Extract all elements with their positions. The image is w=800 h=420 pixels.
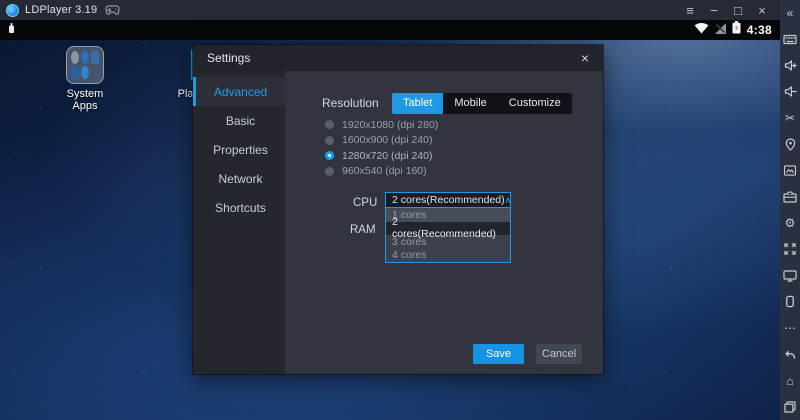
- resolution-label: Resolution: [322, 96, 379, 110]
- android-screen: 4:38 System Apps Pl: [0, 20, 780, 420]
- system-apps-folder-icon: [66, 46, 104, 84]
- virtual-location-icon[interactable]: [780, 135, 800, 153]
- ldplayer-logo-icon: [6, 4, 19, 17]
- mini-gear-icon: [71, 51, 79, 64]
- statusbar-indicators: 4:38: [694, 21, 772, 39]
- system-apps-label: System Apps: [54, 88, 116, 112]
- android-statusbar: 4:38: [0, 20, 780, 40]
- wifi-icon: [694, 21, 709, 39]
- resolution-tabs: Tablet Mobile Customize: [392, 93, 572, 114]
- volume-down-icon[interactable]: [780, 83, 800, 101]
- nav-item-network[interactable]: Network: [193, 164, 285, 193]
- status-time: 4:38: [747, 23, 772, 37]
- chevron-up-icon: ∧: [505, 196, 512, 205]
- resolution-options: 1920x1080 (dpi 280) 1600x900 (dpi 240) 1…: [325, 117, 438, 179]
- nav-item-properties[interactable]: Properties: [193, 135, 285, 164]
- emulator-toolbar: « ✂ ⚙ ⋯ ⌂: [780, 0, 800, 420]
- usb-notification-icon: [8, 21, 15, 39]
- radio-unselected-icon: [325, 167, 334, 176]
- back-icon[interactable]: [780, 345, 800, 363]
- settings-dialog: Settings × Advanced Basic Properties Net…: [193, 45, 603, 374]
- mini-browser-icon: [81, 51, 89, 64]
- settings-close-icon[interactable]: ×: [581, 51, 589, 65]
- cpu-option-2-cores[interactable]: 2 cores(Recommended): [386, 222, 510, 236]
- fullscreen-icon[interactable]: [780, 240, 800, 258]
- more-options-icon[interactable]: ⋯: [780, 319, 800, 337]
- cpu-dropdown: 2 cores(Recommended) ∧ 1 cores 2 cores(R…: [385, 192, 511, 263]
- tab-tablet[interactable]: Tablet: [392, 93, 443, 114]
- volume-up-icon[interactable]: [780, 57, 800, 75]
- settings-dialog-titlebar: Settings ×: [193, 45, 603, 71]
- settings-nav: Advanced Basic Properties Network Shortc…: [193, 71, 285, 374]
- save-button[interactable]: Save: [473, 344, 524, 364]
- menu-icon[interactable]: ≡: [678, 0, 702, 20]
- mini-downloads-icon: [81, 66, 89, 79]
- cpu-dropdown-value: 2 cores(Recommended): [392, 194, 505, 206]
- apk-install-icon[interactable]: [780, 188, 800, 206]
- ram-label: RAM: [350, 224, 376, 236]
- radio-unselected-icon: [325, 120, 334, 129]
- radio-selected-icon: [325, 151, 334, 160]
- resolution-option-label: 1600x900 (dpi 240): [342, 134, 433, 146]
- system-apps-shortcut[interactable]: System Apps: [54, 46, 116, 112]
- home-icon[interactable]: ⌂: [780, 372, 800, 390]
- resolution-option-label: 1920x1080 (dpi 280): [342, 119, 438, 131]
- window-title: LDPlayer 3.19: [25, 4, 97, 16]
- tab-customize[interactable]: Customize: [498, 93, 572, 114]
- gamepad-icon[interactable]: [105, 5, 120, 15]
- screenshot-cut-icon[interactable]: ✂: [780, 109, 800, 127]
- resolution-option-960x540[interactable]: 960x540 (dpi 160): [325, 164, 438, 180]
- settings-gear-icon[interactable]: ⚙: [780, 214, 800, 232]
- close-button[interactable]: ×: [750, 0, 774, 20]
- resolution-option-1600x900[interactable]: 1600x900 (dpi 240): [325, 133, 438, 149]
- desktop-icon[interactable]: [780, 267, 800, 285]
- nav-item-basic[interactable]: Basic: [193, 106, 285, 135]
- resolution-option-label: 1280x720 (dpi 240): [342, 150, 433, 162]
- cellular-signal-icon: [715, 21, 726, 39]
- resolution-option-1280x720[interactable]: 1280x720 (dpi 240): [325, 148, 438, 164]
- cpu-label: CPU: [353, 197, 377, 209]
- recent-tasks-icon[interactable]: [780, 398, 800, 416]
- maximize-button[interactable]: □: [726, 0, 750, 20]
- cpu-dropdown-header[interactable]: 2 cores(Recommended) ∧: [385, 192, 511, 208]
- minimize-button[interactable]: −: [702, 0, 726, 20]
- resolution-option-label: 960x540 (dpi 160): [342, 165, 427, 177]
- nav-item-advanced[interactable]: Advanced: [193, 77, 285, 106]
- window-titlebar: LDPlayer 3.19 ≡ − □ ×: [0, 0, 780, 20]
- collapse-toolbar-icon[interactable]: «: [780, 4, 800, 22]
- battery-icon: [732, 21, 741, 39]
- mini-contacts-icon: [71, 66, 79, 79]
- cancel-button[interactable]: Cancel: [536, 344, 582, 364]
- cpu-dropdown-list: 1 cores 2 cores(Recommended) 3 cores 4 c…: [385, 208, 511, 263]
- tab-mobile[interactable]: Mobile: [443, 93, 497, 114]
- screenshot-icon[interactable]: [780, 162, 800, 180]
- radio-unselected-icon: [325, 136, 334, 145]
- mini-files-icon: [91, 51, 99, 64]
- settings-content: Resolution Tablet Mobile Customize 1920x…: [285, 71, 603, 374]
- nav-item-shortcuts[interactable]: Shortcuts: [193, 193, 285, 222]
- shake-rotate-icon[interactable]: [780, 293, 800, 311]
- cpu-option-4-cores[interactable]: 4 cores: [386, 249, 510, 263]
- keyboard-icon[interactable]: [780, 30, 800, 48]
- resolution-option-1920x1080[interactable]: 1920x1080 (dpi 280): [325, 117, 438, 133]
- ldplayer-window: LDPlayer 3.19 ≡ − □ × « ✂ ⚙ ⋯ ⌂: [0, 0, 800, 420]
- settings-dialog-body: Advanced Basic Properties Network Shortc…: [193, 71, 603, 374]
- settings-dialog-title: Settings: [207, 51, 250, 65]
